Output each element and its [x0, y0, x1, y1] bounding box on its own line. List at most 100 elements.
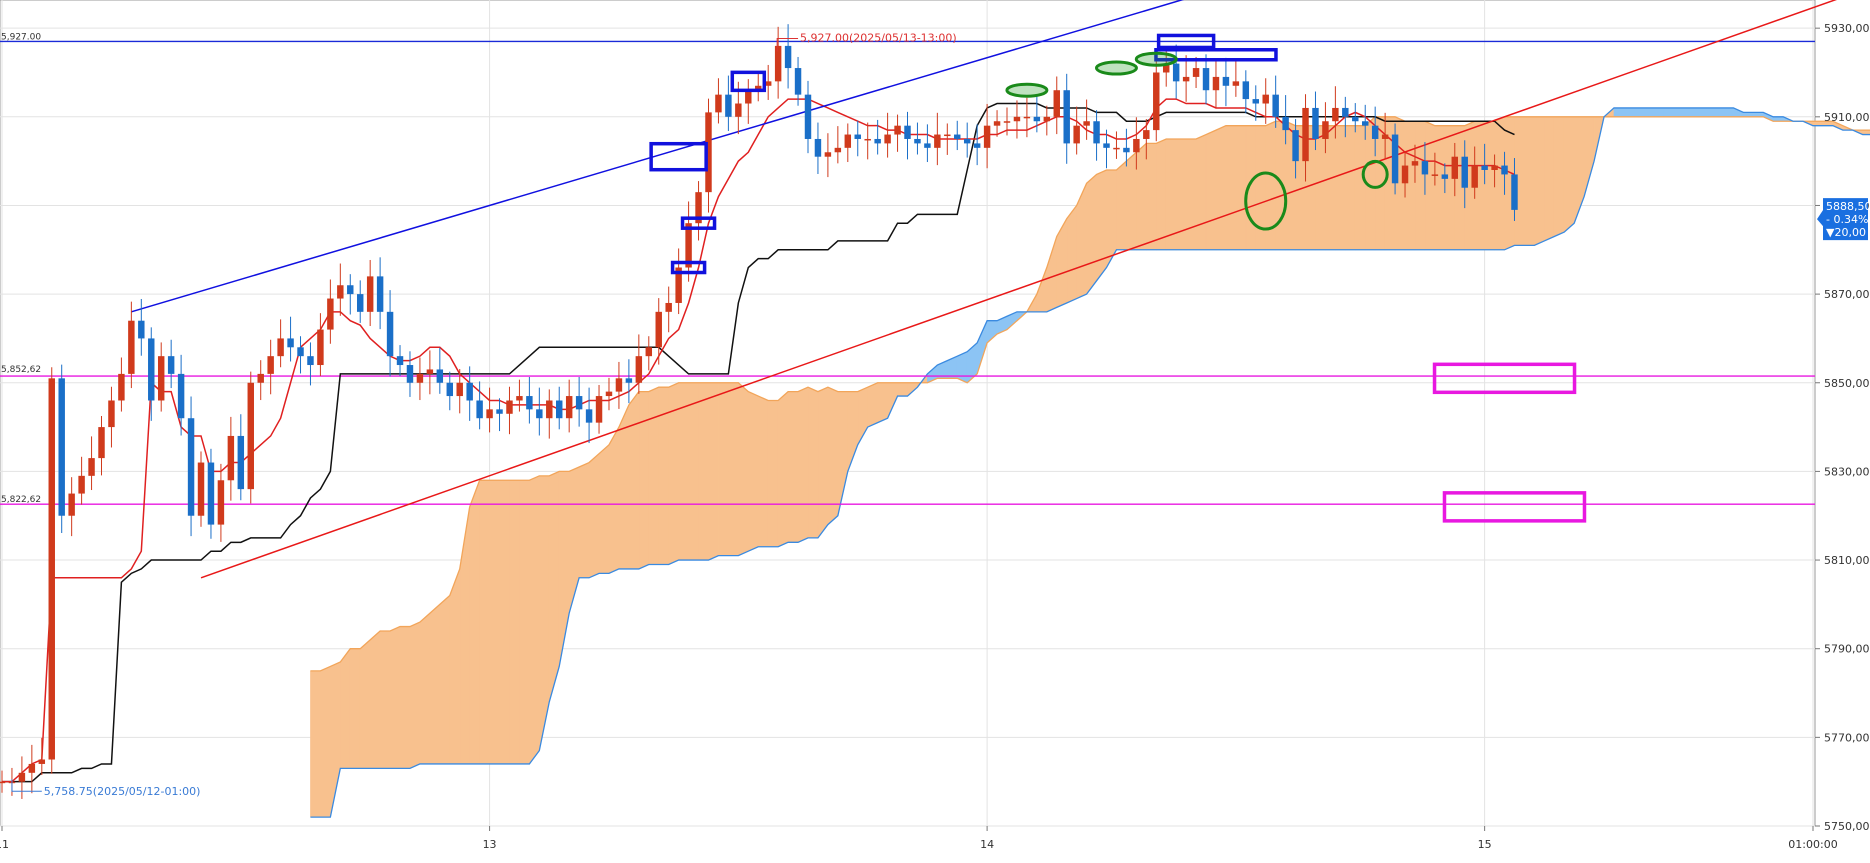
cloud-segment — [1235, 125, 1247, 251]
candle-body — [0, 781, 6, 784]
cloud-segment — [1812, 120, 1824, 126]
candle-body — [1033, 116, 1041, 122]
candle-body — [506, 400, 513, 414]
drawn-ellipse[interactable] — [1134, 51, 1178, 67]
candle-body — [1272, 94, 1279, 117]
candle-body — [745, 90, 752, 104]
cloud-segment — [419, 612, 431, 765]
candle-body — [715, 94, 722, 113]
candle-body — [844, 134, 852, 148]
cloud-segment — [349, 648, 361, 769]
candle-body — [635, 356, 643, 383]
price-axis: 5930,005910,005890,005870,005850,005830,… — [1815, 22, 1870, 833]
candle-body — [486, 409, 493, 419]
cloud-segment — [708, 382, 719, 561]
cloud-segment — [1623, 107, 1635, 118]
candle-body — [1431, 174, 1439, 176]
cloud-segment — [1225, 125, 1237, 251]
cloud-segment — [598, 444, 610, 574]
candle-body — [1352, 116, 1359, 122]
left-level-label: 5,852,62 — [1, 365, 41, 375]
drawn-ellipse[interactable] — [1005, 82, 1049, 98]
candle-body — [38, 759, 46, 764]
cloud-segment — [1534, 116, 1545, 246]
cloud-segment — [1444, 125, 1456, 251]
candle-body — [1123, 147, 1130, 153]
cloud-segment — [1265, 120, 1276, 251]
candle-body — [1342, 107, 1349, 117]
candle-body — [824, 152, 832, 157]
cloud-segment — [1404, 120, 1416, 251]
cloud-segment — [738, 382, 749, 557]
candle-body — [1103, 143, 1110, 148]
low-label: 5,758.75(2025/05/12-01:00) — [44, 785, 201, 798]
cloud-segment — [1653, 107, 1665, 118]
candle-body — [1421, 161, 1429, 175]
cloud-segment — [807, 386, 819, 539]
candle-body — [526, 396, 533, 410]
left-level-label: 5,822,62 — [1, 495, 41, 505]
candle-body — [476, 400, 483, 419]
price-badge-value: 5888,50 — [1826, 200, 1870, 213]
x-tick-label: 01:00:00 — [1788, 838, 1837, 851]
candle-body — [516, 396, 523, 401]
candle-body — [386, 311, 394, 357]
candle-body — [1471, 165, 1478, 188]
candle-body — [68, 493, 75, 516]
candle-body — [177, 373, 185, 419]
candle-body — [1013, 116, 1021, 122]
candle-body — [1053, 90, 1060, 117]
candle-body — [28, 763, 36, 773]
time-axis: 11 13 14 15 01:00:00 — [0, 826, 1838, 851]
candle-body — [406, 365, 414, 383]
candle-body — [436, 369, 444, 383]
cloud-segment — [369, 630, 381, 769]
cloud-segment — [897, 382, 908, 397]
cloud-segment — [1335, 125, 1346, 251]
candle-body — [98, 427, 105, 459]
candle-body — [48, 378, 55, 760]
cloud-segment — [1325, 125, 1336, 251]
candle-body — [88, 458, 95, 476]
cloud-segment — [588, 453, 600, 579]
candle-body — [536, 409, 543, 419]
cloud-segment — [1116, 160, 1127, 251]
candle-body — [1242, 81, 1250, 100]
candle-body — [1073, 125, 1080, 144]
candle-body — [645, 347, 653, 357]
cloud-segment — [628, 390, 640, 570]
candle-body — [277, 338, 284, 357]
candle-body — [446, 382, 453, 397]
cloud-segment — [1553, 116, 1565, 237]
candle-body — [1192, 68, 1200, 77]
cloud-segment — [1414, 120, 1426, 251]
cloud-segment — [1544, 116, 1555, 242]
cloud-segment — [1862, 129, 1870, 135]
candle-body — [1381, 134, 1389, 139]
candle-body — [864, 138, 871, 141]
candle-body — [1401, 165, 1409, 184]
cloud-segment — [1205, 129, 1217, 251]
cloud-segment — [399, 626, 411, 769]
candle-body — [366, 276, 374, 312]
candle-body — [1292, 130, 1299, 162]
cloud-segment — [359, 639, 371, 769]
y-tick-label: 5810,00 — [1824, 554, 1870, 567]
ichimoku-chart[interactable]: 5930,005910,005890,005870,005850,005830,… — [0, 0, 1870, 859]
cloud-segment — [747, 391, 759, 552]
candle-body — [108, 400, 115, 428]
candle-body — [615, 378, 623, 392]
cloud-segment — [529, 475, 540, 765]
drawn-ellipse[interactable] — [1094, 60, 1138, 76]
chart-canvas[interactable]: 5930,005910,005890,005870,005850,005830,… — [0, 0, 1870, 859]
candle-body — [884, 134, 891, 144]
candle-body — [575, 396, 583, 410]
cloud-segment — [1703, 107, 1714, 118]
candle-body — [1441, 174, 1449, 179]
candle-body — [138, 320, 145, 339]
cloud-segment — [469, 480, 480, 765]
cloud-segment — [1215, 125, 1227, 251]
candle-body — [1083, 121, 1090, 126]
candle-body — [565, 396, 573, 419]
candle-body — [396, 356, 404, 366]
